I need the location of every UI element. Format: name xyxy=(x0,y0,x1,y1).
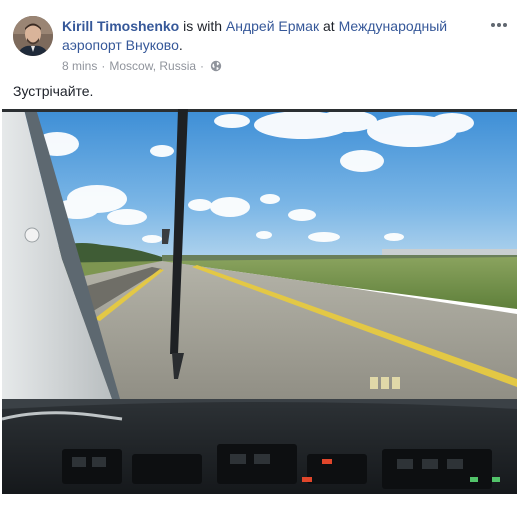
avatar[interactable] xyxy=(13,16,53,56)
post-meta: 8 mins · Moscow, Russia · xyxy=(62,59,222,73)
post-byline: Kirill Timoshenko is with Андрей Ермак a… xyxy=(62,17,472,55)
meta-separator-2: · xyxy=(200,59,205,73)
post-photo[interactable] xyxy=(2,109,517,494)
location-period: . xyxy=(178,37,183,53)
cockpit-runway-photo xyxy=(2,109,517,494)
place-link[interactable]: Moscow, Russia xyxy=(109,59,196,73)
author-name-link[interactable]: Kirill Timoshenko xyxy=(62,18,179,34)
post-header: Kirill Timoshenko is with Андрей Ермак a… xyxy=(0,0,519,76)
at-text: at xyxy=(319,18,339,34)
facebook-post: Kirill Timoshenko is with Андрей Ермак a… xyxy=(0,0,519,505)
globe-icon[interactable] xyxy=(210,60,222,72)
meta-separator: · xyxy=(101,59,106,73)
timestamp-link[interactable]: 8 mins xyxy=(62,59,97,73)
tagged-person-link[interactable]: Андрей Ермак xyxy=(226,18,319,34)
with-text: is with xyxy=(179,18,226,34)
more-options-icon[interactable] xyxy=(488,14,510,36)
post-caption: Зустрічайте. xyxy=(13,83,94,99)
avatar-image xyxy=(13,16,53,56)
